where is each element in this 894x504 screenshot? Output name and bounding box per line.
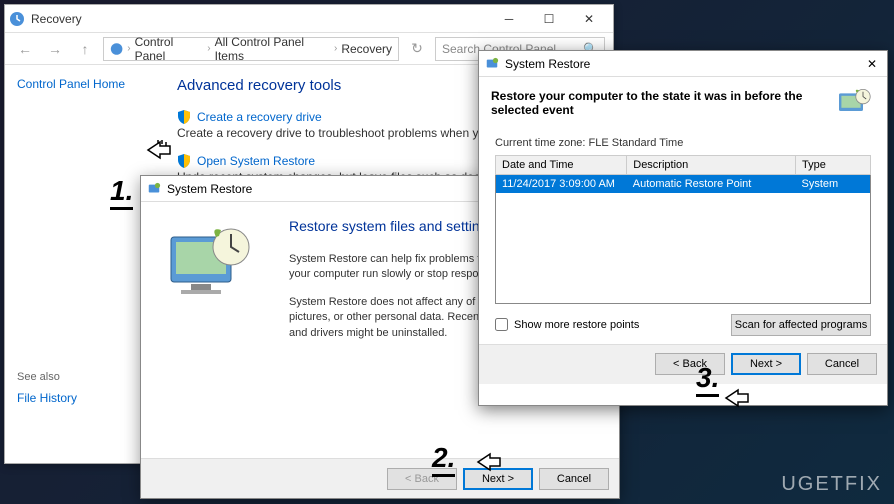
minimize-button[interactable]: ─ — [489, 5, 529, 33]
cell-description: Automatic Restore Point — [627, 175, 796, 194]
watermark: UGETFIX — [781, 473, 882, 496]
pointing-hand-icon — [718, 378, 758, 418]
close-button[interactable]: ✕ — [863, 55, 881, 73]
see-also-label: See also — [17, 371, 153, 383]
show-more-checkbox[interactable] — [495, 318, 508, 331]
shield-icon — [177, 110, 191, 124]
breadcrumb[interactable]: › Control Panel › All Control Panel Item… — [103, 37, 399, 61]
annotation-2: 2. — [432, 442, 455, 477]
show-more-row: Show more restore points Scan for affect… — [495, 314, 871, 336]
system-restore-icon — [161, 222, 261, 302]
wizard-title: System Restore — [167, 182, 252, 196]
recovery-icon — [9, 11, 25, 27]
annotation-1: 1. — [110, 175, 133, 210]
wizard-sidebar — [141, 202, 281, 458]
tool-link[interactable]: Open System Restore — [197, 154, 315, 168]
cancel-button[interactable]: Cancel — [807, 353, 877, 375]
restore-icon — [147, 182, 161, 196]
pointing-hand-icon — [470, 442, 510, 482]
timezone-label: Current time zone: FLE Standard Time — [495, 137, 871, 149]
system-restore-icon — [835, 87, 875, 119]
recovery-icon — [110, 42, 123, 56]
titlebar: Recovery ─ ☐ ✕ — [5, 5, 613, 33]
file-history-link[interactable]: File History — [17, 391, 153, 405]
col-description[interactable]: Description — [627, 156, 796, 175]
cancel-button[interactable]: Cancel — [539, 468, 609, 490]
crumb[interactable]: All Control Panel Items — [215, 35, 330, 63]
col-type[interactable]: Type — [796, 156, 871, 175]
wizard-footer: < Back Next > Cancel — [141, 458, 619, 498]
window-title: Recovery — [31, 12, 489, 26]
forward-button[interactable]: → — [43, 37, 67, 61]
wizard-titlebar: System Restore ✕ — [479, 51, 887, 77]
back-button[interactable]: ← — [13, 37, 37, 61]
restore-point-row[interactable]: 11/24/2017 3:09:00 AM Automatic Restore … — [496, 175, 871, 194]
system-restore-wizard-select: System Restore ✕ Restore your computer t… — [478, 50, 888, 406]
wizard-footer: < Back Next > Cancel — [479, 344, 887, 384]
col-datetime[interactable]: Date and Time — [496, 156, 627, 175]
cell-type: System — [796, 175, 871, 194]
cell-datetime: 11/24/2017 3:09:00 AM — [496, 175, 627, 194]
wizard-title: System Restore — [505, 57, 590, 71]
crumb[interactable]: Control Panel — [135, 35, 204, 63]
wizard-header: Restore your computer to the state it wa… — [479, 77, 887, 129]
wizard-heading: Restore your computer to the state it wa… — [491, 89, 825, 117]
refresh-button[interactable]: ↻ — [405, 37, 429, 61]
up-button[interactable]: ↑ — [73, 37, 97, 61]
wizard-body: Current time zone: FLE Standard Time Dat… — [479, 129, 887, 344]
annotation-3: 3. — [696, 362, 719, 397]
restore-points-table: Date and Time Description Type 11/24/201… — [495, 155, 871, 304]
control-panel-home-link[interactable]: Control Panel Home — [17, 77, 125, 91]
maximize-button[interactable]: ☐ — [529, 5, 569, 33]
restore-icon — [485, 57, 499, 71]
crumb[interactable]: Recovery — [341, 42, 392, 56]
scan-affected-button[interactable]: Scan for affected programs — [731, 314, 871, 336]
tool-link[interactable]: Create a recovery drive — [197, 110, 322, 124]
next-button[interactable]: Next > — [731, 353, 801, 375]
pointing-hand-icon — [140, 130, 180, 170]
show-more-label: Show more restore points — [514, 319, 639, 331]
close-button[interactable]: ✕ — [569, 5, 609, 33]
